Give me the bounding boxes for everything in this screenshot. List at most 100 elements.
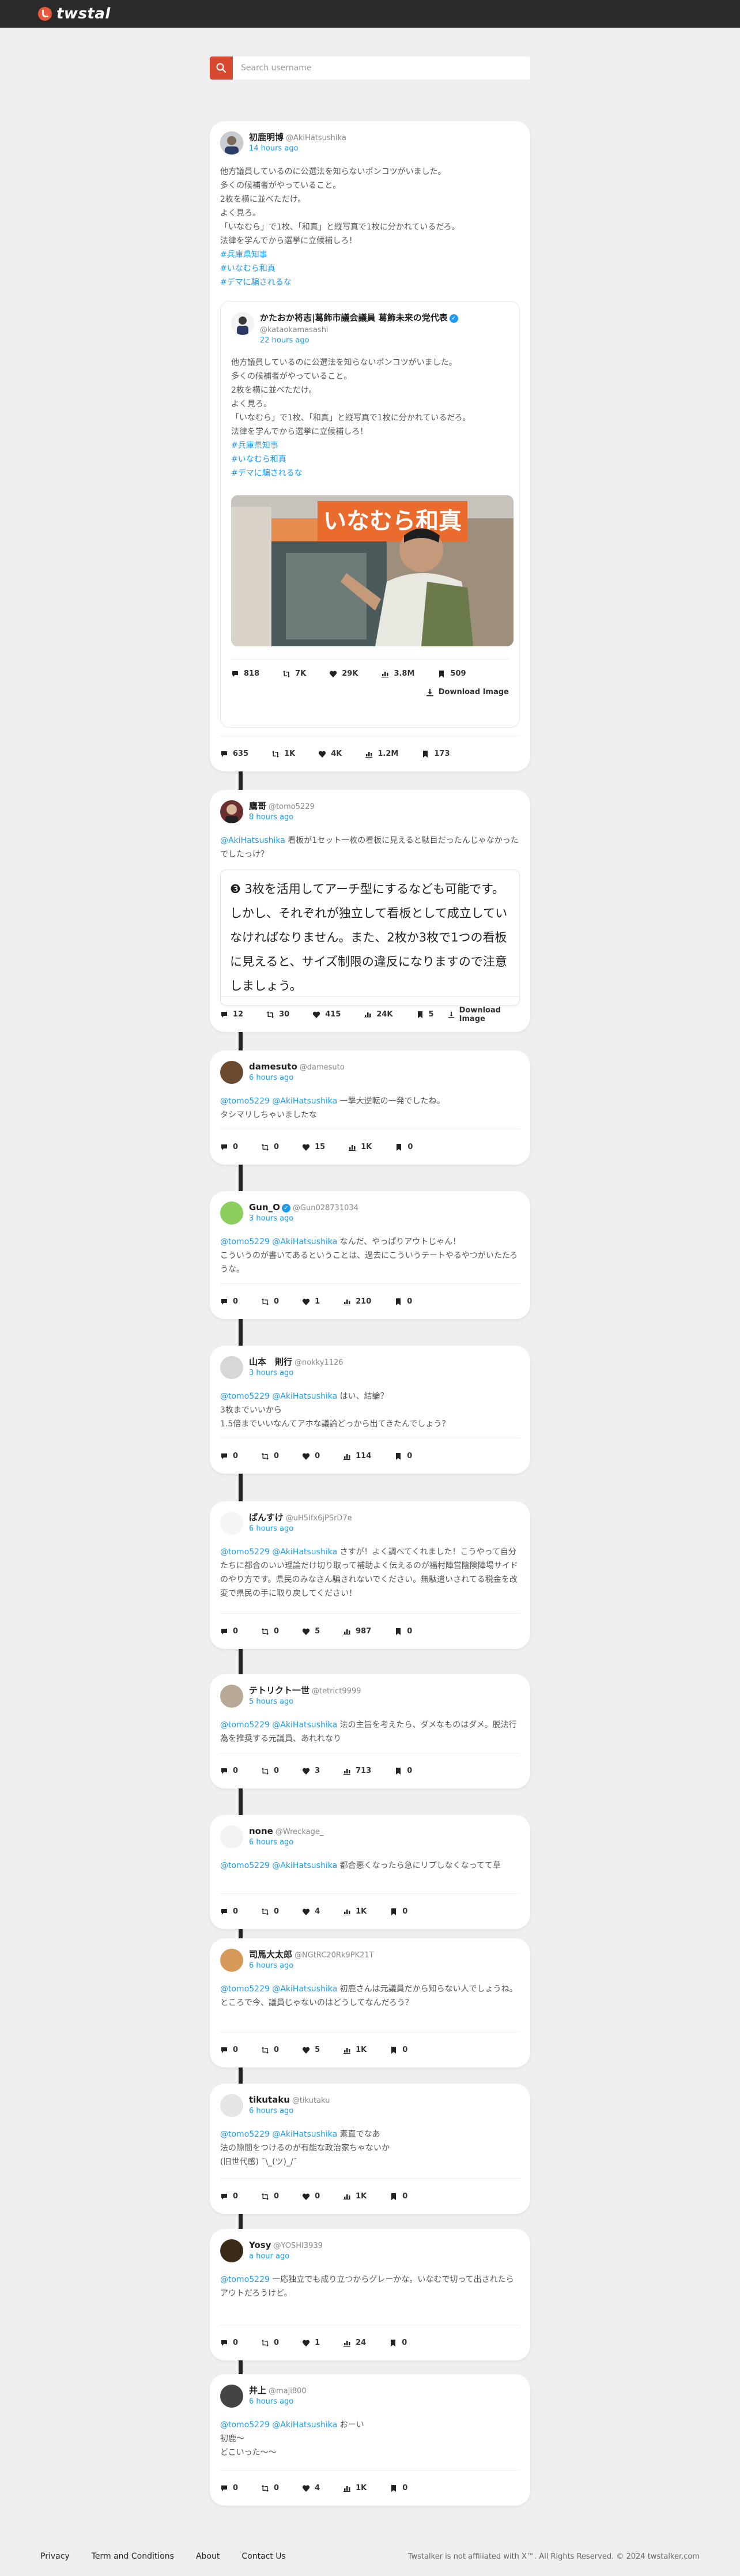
hashtag-link[interactable]: #デマに騙されるな	[231, 466, 509, 480]
reply-stat[interactable]: 0	[220, 1907, 238, 1916]
hashtag-link[interactable]: #兵庫県知事	[231, 439, 509, 453]
mention-link[interactable]: @tomo5229 @AkiHatsushika	[220, 1984, 337, 1994]
repost-stat[interactable]: 30	[266, 1010, 289, 1019]
avatar[interactable]	[220, 1949, 243, 1972]
username[interactable]: @tetrict9999	[312, 1687, 361, 1696]
repost-stat[interactable]: 0	[261, 2046, 279, 2054]
reply-stat[interactable]: 818	[231, 669, 259, 678]
bookmark-stat[interactable]: 0	[394, 1297, 412, 1306]
quoted-post[interactable]: かたおか将志|葛飾市議会議員 葛飾未来の党代表 ✓ @kataokamasashi…	[220, 301, 520, 728]
mention-link[interactable]: @tomo5229 @AkiHatsushika	[220, 2420, 337, 2430]
username[interactable]: @Gun028731034	[293, 1204, 358, 1212]
avatar[interactable]	[231, 312, 254, 335]
like-stat[interactable]: 4	[302, 1907, 320, 1916]
repost-stat[interactable]: 0	[261, 1907, 279, 1916]
username[interactable]: @nokky1126	[295, 1358, 343, 1367]
repost-stat[interactable]: 0	[261, 2338, 279, 2347]
avatar[interactable]	[220, 131, 243, 155]
like-stat[interactable]: 0	[302, 2192, 320, 2201]
display-name[interactable]: none	[249, 1826, 273, 1836]
username[interactable]: @YOSHI3939	[274, 2242, 323, 2250]
like-stat[interactable]: 1	[302, 2338, 320, 2347]
post-time[interactable]: 6 hours ago	[249, 2106, 330, 2116]
repost-stat[interactable]: 0	[261, 1297, 279, 1306]
display-name[interactable]: 司馬大太郎	[249, 1949, 292, 1960]
post-time[interactable]: 6 hours ago	[249, 2397, 307, 2407]
display-name[interactable]: 山本 則行	[249, 1357, 292, 1367]
display-name[interactable]: 鷹哥	[249, 801, 266, 811]
like-stat[interactable]: 3	[302, 1767, 320, 1775]
reply-stat[interactable]: 0	[220, 2192, 238, 2201]
logo[interactable]: twstal	[38, 5, 111, 22]
username[interactable]: @Wreckage_	[275, 1828, 324, 1836]
reply-stat[interactable]: 0	[220, 1297, 238, 1306]
mention-link[interactable]: @tomo5229	[220, 2275, 270, 2284]
username[interactable]: @NGtRC20Rk9PK21T	[295, 1951, 374, 1960]
username[interactable]: @AkiHatsushika	[286, 134, 346, 142]
post-time[interactable]: 6 hours ago	[249, 1524, 352, 1534]
avatar[interactable]	[220, 2094, 243, 2117]
bookmark-stat[interactable]: 0	[390, 2484, 407, 2492]
post-photo[interactable]: いなむら和真	[231, 495, 514, 647]
mention-link[interactable]: @tomo5229 @AkiHatsushika	[220, 1392, 337, 1401]
mention-link[interactable]: @tomo5229 @AkiHatsushika	[220, 1097, 337, 1106]
repost-stat[interactable]: 1K	[271, 750, 295, 758]
bookmark-stat[interactable]: 0	[394, 1767, 412, 1775]
repost-stat[interactable]: 0	[261, 2484, 279, 2492]
username[interactable]: @tikutaku	[292, 2096, 330, 2105]
avatar[interactable]	[220, 2385, 243, 2408]
repost-stat[interactable]: 0	[261, 1627, 279, 1636]
post-time[interactable]: 3 hours ago	[249, 1368, 343, 1379]
post-time[interactable]: 22 hours ago	[260, 336, 458, 346]
display-name[interactable]: テトリクト一世	[249, 1685, 309, 1696]
mention-link[interactable]: @tomo5229 @AkiHatsushika	[220, 2130, 337, 2139]
avatar[interactable]	[220, 1685, 243, 1708]
reply-stat[interactable]: 0	[220, 2484, 238, 2492]
mention-link[interactable]: @tomo5229 @AkiHatsushika	[220, 1237, 337, 1246]
post-time[interactable]: 5 hours ago	[249, 1697, 361, 1707]
post-time[interactable]: 6 hours ago	[249, 1837, 323, 1848]
avatar[interactable]	[220, 1825, 243, 1848]
repost-stat[interactable]: 0	[261, 1452, 279, 1460]
post-time[interactable]: 14 hours ago	[249, 144, 346, 154]
mention-link[interactable]: @tomo5229 @AkiHatsushika	[220, 1720, 337, 1730]
hashtag-link[interactable]: #いなむら和真	[220, 262, 520, 276]
post-time[interactable]: 8 hours ago	[249, 812, 315, 823]
display-name[interactable]: ぱんすけ	[249, 1512, 284, 1523]
post-time[interactable]: a hour ago	[249, 2251, 323, 2262]
mention-link[interactable]: @AkiHatsushika	[220, 836, 285, 845]
reply-stat[interactable]: 12	[220, 1010, 243, 1019]
download-image-button[interactable]: Download Image	[448, 1006, 520, 1023]
footer-link-contact[interactable]: Contact Us	[241, 2552, 285, 2561]
repost-stat[interactable]: 0	[261, 1767, 279, 1775]
reply-stat[interactable]: 0	[220, 1143, 238, 1151]
display-name[interactable]: Yosy	[249, 2240, 271, 2250]
bookmark-stat[interactable]: 0	[390, 1907, 407, 1916]
username[interactable]: @uH5Ifx6jPSrD7e	[286, 1514, 352, 1523]
search-button[interactable]	[210, 57, 233, 80]
like-stat[interactable]: 1	[302, 1297, 320, 1306]
repost-stat[interactable]: 0	[261, 1143, 279, 1151]
like-stat[interactable]: 0	[302, 1452, 320, 1460]
bookmark-stat[interactable]: 5	[416, 1010, 434, 1019]
post-time[interactable]: 6 hours ago	[249, 1073, 345, 1083]
avatar[interactable]	[220, 800, 243, 823]
mention-link[interactable]: @tomo5229 @AkiHatsushika	[220, 1861, 337, 1870]
repost-stat[interactable]: 7K	[282, 669, 306, 678]
repost-stat[interactable]: 0	[261, 2192, 279, 2201]
display-name[interactable]: かたおか将志|葛飾市議会議員 葛飾未来の党代表	[260, 312, 448, 323]
post-time[interactable]: 6 hours ago	[249, 1961, 374, 1971]
post-time[interactable]: 3 hours ago	[249, 1214, 358, 1224]
display-name[interactable]: tikutaku	[249, 2095, 290, 2105]
avatar[interactable]	[220, 1512, 243, 1535]
reply-stat[interactable]: 0	[220, 1627, 238, 1636]
like-stat[interactable]: 5	[302, 1627, 320, 1636]
avatar[interactable]	[220, 1356, 243, 1379]
reply-stat[interactable]: 635	[220, 750, 248, 758]
display-name[interactable]: damesuto	[249, 1061, 297, 1072]
like-stat[interactable]: 5	[302, 2046, 320, 2054]
quoted-image-text[interactable]: ❸ 3枚を活用してアーチ型にするなども可能です。しかし、それぞれが独立して看板と…	[220, 869, 520, 1005]
avatar[interactable]	[220, 1202, 243, 1225]
footer-link-about[interactable]: About	[196, 2552, 220, 2561]
bookmark-stat[interactable]: 509	[437, 669, 466, 678]
